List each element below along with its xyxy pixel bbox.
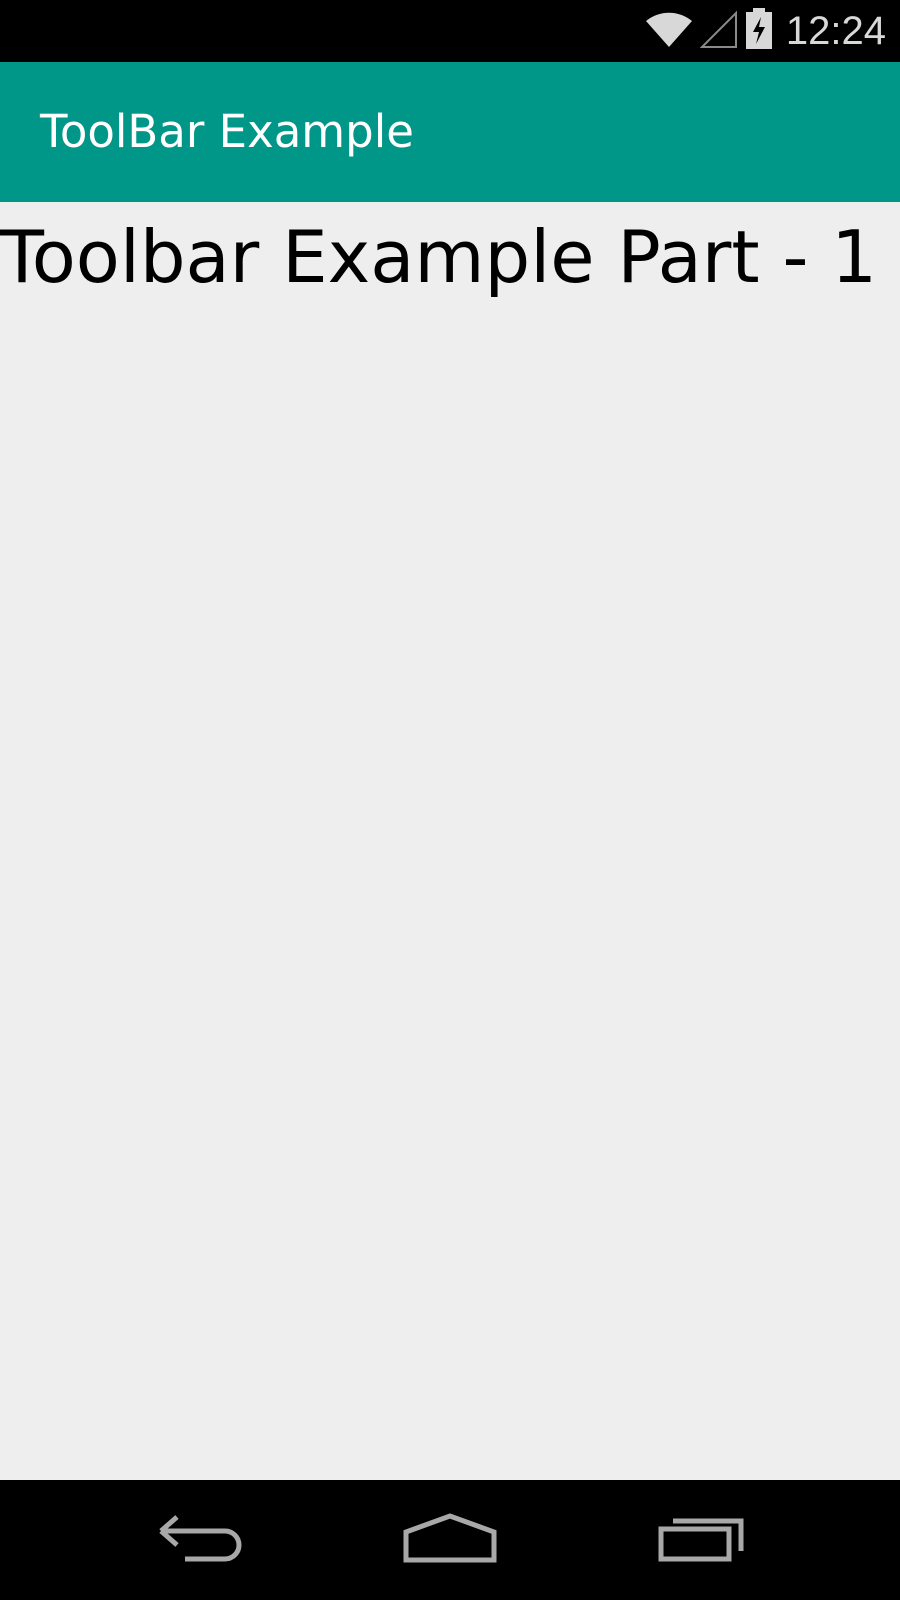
toolbar-title: ToolBar Example <box>40 105 414 158</box>
navigation-bar <box>0 1480 900 1600</box>
status-bar: 12:24 <box>0 0 900 62</box>
status-time: 12:24 <box>785 8 886 53</box>
content-heading: Toolbar Example Part - 1 <box>0 215 878 299</box>
toolbar: ToolBar Example <box>0 62 900 202</box>
recents-button[interactable] <box>612 1480 792 1600</box>
cell-signal-icon <box>699 9 738 53</box>
phone-screen: 12:24 ToolBar Example Toolbar Example Pa… <box>0 0 900 1600</box>
home-button[interactable] <box>360 1480 540 1600</box>
wifi-icon <box>644 9 694 53</box>
battery-charging-icon <box>744 8 774 54</box>
back-button[interactable] <box>110 1480 290 1600</box>
main-content: Toolbar Example Part - 1 <box>0 202 900 1480</box>
status-icons: 12:24 <box>644 0 886 62</box>
back-icon <box>155 1513 245 1567</box>
recents-icon <box>657 1513 747 1567</box>
home-icon <box>402 1512 498 1568</box>
